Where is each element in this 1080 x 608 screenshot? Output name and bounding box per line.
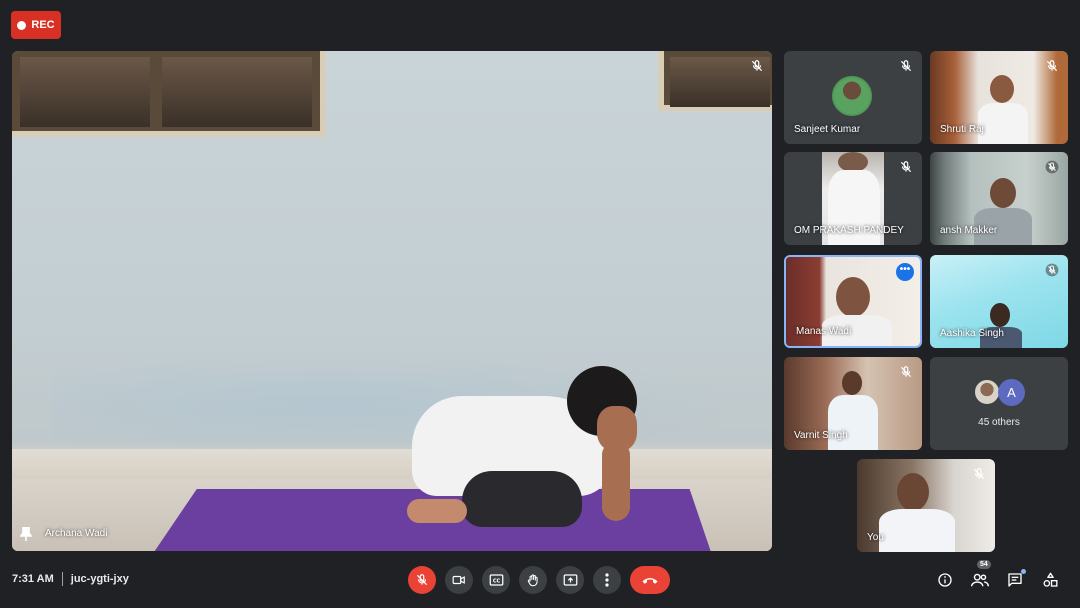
meeting-code[interactable]: juc-ygti-jxy — [71, 573, 129, 585]
divider — [61, 572, 63, 586]
svg-text:CC: CC — [492, 579, 500, 585]
participant-name: Sanjeet Kumar — [794, 124, 861, 135]
mic-off-icon — [751, 60, 763, 72]
participant-tile[interactable]: Varnit Singh — [784, 357, 922, 450]
end-call-icon — [642, 578, 658, 584]
people-icon — [971, 573, 989, 587]
mic-off-icon — [900, 60, 912, 72]
mic-off-icon — [1045, 160, 1059, 174]
leave-call-button[interactable] — [630, 566, 670, 594]
mic-off-icon — [1045, 263, 1059, 277]
chat-icon — [1008, 573, 1022, 587]
mic-off-icon — [416, 574, 428, 586]
participant-tile[interactable]: Aashika Singh — [930, 255, 1068, 348]
captions-icon: CC — [489, 574, 503, 586]
avatar — [832, 76, 872, 116]
mic-off-icon — [900, 366, 912, 378]
stage-participant-name: Archana Wadi — [45, 528, 108, 539]
participant-tile-active[interactable]: ••• Manas Wadi — [784, 255, 922, 348]
record-dot-icon — [17, 20, 27, 30]
mic-off-icon — [973, 468, 985, 480]
meeting-info: 7:31 AM juc-ygti-jxy — [12, 572, 129, 586]
participant-tile[interactable]: Shruti Raj — [930, 51, 1068, 144]
mic-off-icon — [1046, 60, 1058, 72]
main-video-stage[interactable]: Archana Wadi — [12, 51, 772, 551]
captions-button[interactable]: CC — [482, 566, 510, 594]
chat-button[interactable] — [1005, 569, 1026, 590]
mic-toggle-button[interactable] — [408, 566, 436, 594]
mic-off-icon — [900, 161, 912, 173]
notification-dot — [1021, 569, 1026, 574]
participant-name: Shruti Raj — [940, 124, 984, 135]
people-button[interactable]: 54 — [970, 560, 991, 590]
side-panel-buttons: 54 — [935, 560, 1060, 590]
participant-tile[interactable]: OM PRAKASH PANDEY — [784, 152, 922, 245]
camera-toggle-button[interactable] — [445, 566, 473, 594]
avatar — [974, 379, 1000, 405]
participant-name: ansh Makker — [940, 225, 998, 236]
activities-icon — [1043, 572, 1057, 587]
people-count-badge: 54 — [977, 560, 991, 569]
window-image — [12, 51, 326, 137]
hand-icon — [527, 573, 538, 586]
self-tile[interactable]: You — [857, 459, 995, 552]
participant-tile[interactable]: Sanjeet Kumar — [784, 51, 922, 144]
participant-name: Varnit Singh — [794, 430, 848, 441]
raise-hand-button[interactable] — [519, 566, 547, 594]
participant-name: You — [867, 532, 884, 543]
camera-icon — [452, 575, 465, 585]
meeting-details-button[interactable] — [935, 570, 955, 590]
more-options-icon[interactable]: ••• — [896, 263, 914, 281]
others-count-label: 45 others — [978, 417, 1020, 428]
participant-name: Aashika Singh — [940, 328, 1004, 339]
recording-label: REC — [31, 19, 55, 31]
call-controls: CC — [408, 566, 670, 594]
present-icon — [563, 574, 577, 586]
activities-button[interactable] — [1040, 570, 1060, 590]
participant-name: OM PRAKASH PANDEY — [794, 225, 904, 236]
info-icon — [938, 573, 952, 587]
present-screen-button[interactable] — [556, 566, 584, 594]
more-options-button[interactable] — [593, 566, 621, 594]
recording-badge: REC — [11, 11, 61, 39]
others-tile[interactable]: A 45 others — [930, 357, 1068, 450]
participant-name: Manas Wadi — [796, 326, 852, 337]
pin-icon[interactable] — [20, 527, 32, 541]
more-vert-icon — [605, 573, 609, 587]
avatar: A — [998, 379, 1025, 406]
participant-tile[interactable]: ansh Makker — [930, 152, 1068, 245]
meeting-time: 7:31 AM — [12, 573, 54, 585]
